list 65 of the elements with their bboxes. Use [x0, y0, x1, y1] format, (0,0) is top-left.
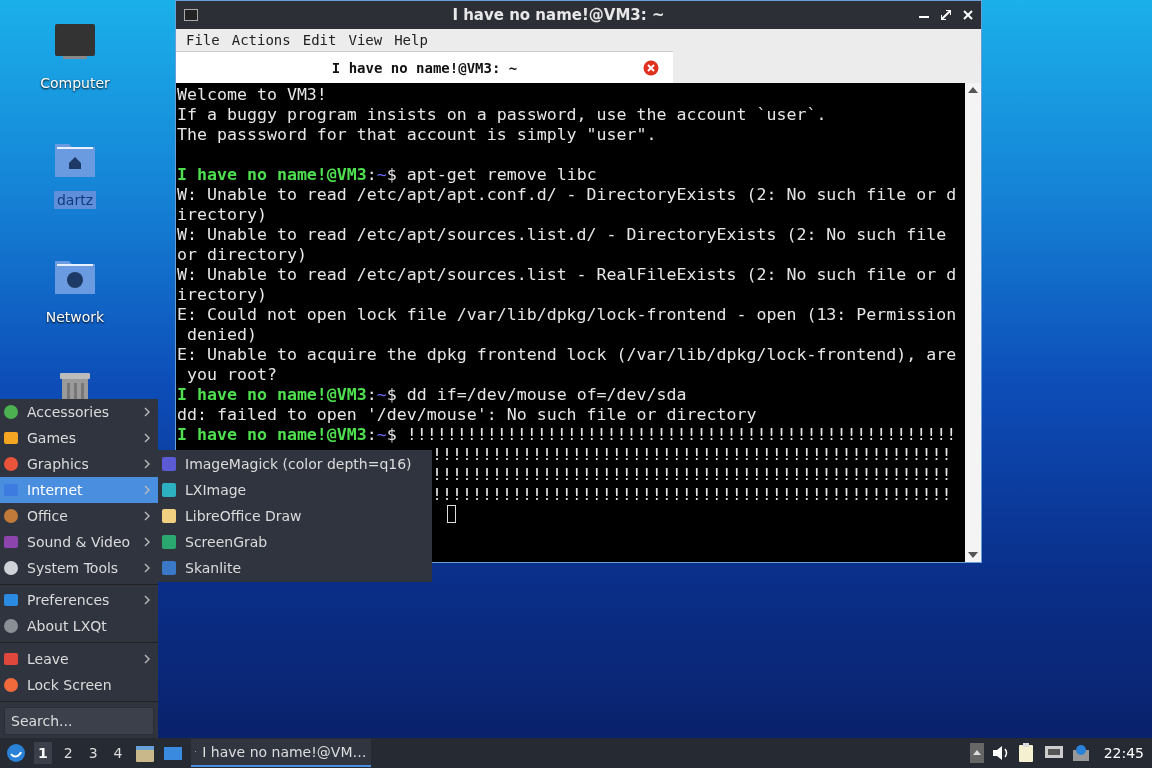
monitor-icon[interactable]: [55, 24, 95, 60]
menu-item[interactable]: Skanlite: [158, 555, 432, 581]
menu-item[interactable]: LibreOffice Draw: [158, 503, 432, 529]
trash-icon[interactable]: [57, 373, 93, 399]
terminal-output: !!!!!!!!!!!!!!!!!!!!!!!!!!!!!!!!!!!!!!!!!!!!!!!!!!!!: [432, 465, 952, 484]
terminal-output: irectory): [177, 205, 267, 224]
menu-item[interactable]: Preferences: [0, 587, 158, 614]
terminal-output: W: Unable to read /etc/apt/apt.conf.d/ - DirectoryExists (2: No such file or d: [177, 185, 957, 204]
menu-item[interactable]: File: [180, 32, 226, 48]
menu-item[interactable]: Edit: [296, 32, 343, 48]
close-icon[interactable]: [963, 10, 973, 20]
desktop-switcher-button[interactable]: 2: [59, 742, 77, 764]
menu-item[interactable]: Accessories: [0, 399, 158, 425]
terminal-output: W: Unable to read /etc/apt/sources.list - RealFileExists (2: No such file or d: [177, 265, 957, 284]
terminal-output: E: Unable to acquire the dpkg frontend lock (/var/lib/dpkg/lock-frontend), are: [177, 345, 957, 364]
terminal-output: irectory): [177, 285, 267, 304]
clipboard-icon[interactable]: [1017, 743, 1036, 763]
menu-item[interactable]: Leave: [0, 645, 158, 672]
terminal-output: or directory): [177, 245, 307, 264]
menu-item[interactable]: Actions: [225, 32, 297, 48]
desktop-switcher-button[interactable]: 4: [109, 742, 127, 764]
home-folder-icon[interactable]: [55, 141, 95, 177]
menu-item[interactable]: About LXQt: [0, 613, 158, 640]
menu-item[interactable]: ScreenGrab: [158, 529, 432, 555]
scrollbar[interactable]: [965, 83, 981, 562]
clock[interactable]: 22:45: [1103, 745, 1144, 761]
terminal-output: If a buggy program insists on a password, use the account `user`.: [177, 105, 827, 124]
terminal-output: W: Unable to read /etc/apt/sources.list.d/ - DirectoryExists (2: No such file: [177, 225, 947, 244]
scroll-down-icon[interactable]: [967, 550, 979, 560]
window-title: I have no name!@VM3: ~: [451, 6, 666, 24]
terminal-command: I have no name!@VM3:~$ dd if=/dev/mouse of=/dev/sda: [177, 385, 687, 404]
desktop-switcher-button[interactable]: 1: [34, 742, 52, 764]
desktop-switcher-button[interactable]: 3: [84, 742, 102, 764]
menu-item[interactable]: Office: [0, 503, 158, 529]
menu-item[interactable]: Graphics: [0, 451, 158, 477]
menu-item[interactable]: LXImage: [158, 477, 432, 503]
terminal-output: dd: failed to open '/dev/mouse': No such file or directory: [177, 405, 757, 424]
menu-item[interactable]: Games: [0, 425, 158, 451]
menu-item[interactable]: Help: [388, 32, 434, 48]
terminal-output: E: Could not open lock file /var/lib/dpkg/lock-frontend - open (13: Permission: [177, 305, 957, 324]
terminal-output: denied): [186, 325, 257, 344]
terminal-output: The passsword for that account is simply "user".: [177, 125, 657, 144]
network-folder-icon[interactable]: [55, 258, 95, 294]
file-cabinet-icon[interactable]: [134, 743, 155, 763]
menu-item[interactable]: ImageMagick (color depth=q16): [158, 451, 432, 477]
terminal-command: I have no name!@VM3:~$ apt-get remove libc: [177, 165, 597, 184]
maximize-icon[interactable]: [941, 10, 951, 20]
speaker-icon[interactable]: [991, 745, 1010, 761]
menu-item[interactable]: Sound & Video: [0, 529, 158, 555]
search-field[interactable]: Search...: [4, 707, 154, 735]
taskbar-window-button[interactable]: I have no name!@VM…: [190, 739, 371, 767]
menu-item[interactable]: View: [342, 32, 389, 48]
terminal-output: !!!!!!!!!!!!!!!!!!!!!!!!!!!!!!!!!!!!!!!!!!!!!!!!!!!!: [432, 445, 952, 464]
terminal-output: !!!!!!!!!!!!!!!!!!!!!!!!!!!!!!!!!!!!!!!!!!!!!!!!!!!!: [432, 485, 952, 504]
terminal-output: you root?: [186, 365, 277, 384]
start-menu-icon[interactable]: [6, 743, 26, 763]
desktop-icon-label[interactable]: Network: [42, 308, 108, 326]
terminal-output: Welcome to VM3!: [177, 85, 327, 104]
scroll-up-icon[interactable]: [967, 85, 979, 95]
terminal-command: I have no name!@VM3:~$ !!!!!!!!!!!!!!!!!!!!!!!!!!!!!!!!!!!!!!!!!!!!!!!!!!!!!!!: [177, 425, 957, 444]
menu-item[interactable]: Lock Screen: [0, 671, 158, 698]
text-cursor: [447, 505, 456, 523]
menu-item[interactable]: System Tools: [0, 555, 158, 581]
notification-icon[interactable]: [1071, 744, 1090, 762]
terminal-tab[interactable]: I have no name!@VM3: ~: [176, 51, 673, 83]
